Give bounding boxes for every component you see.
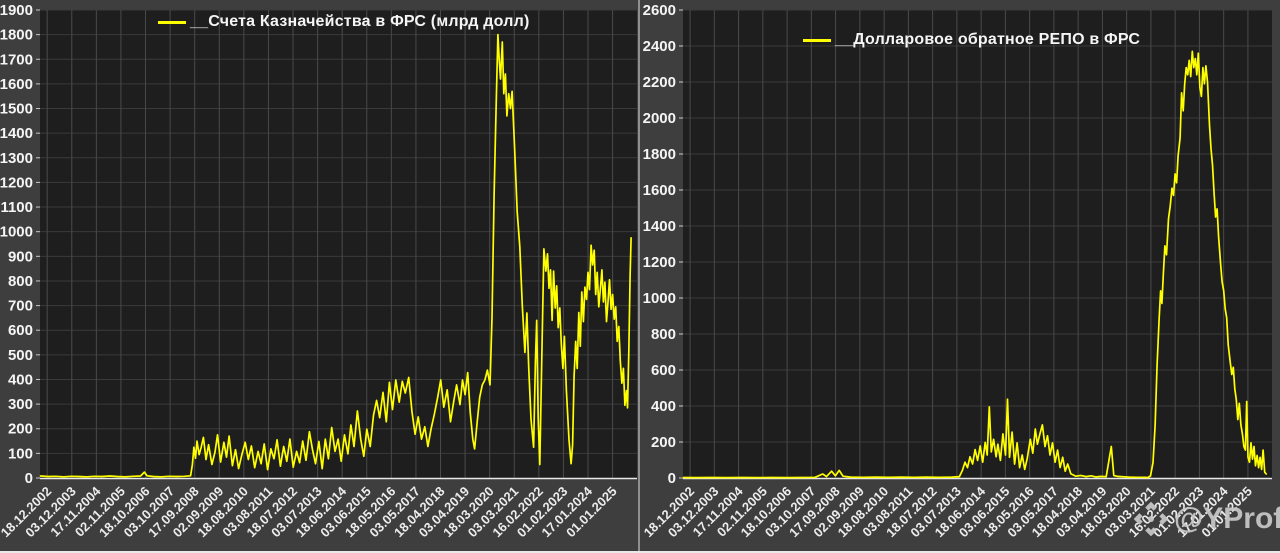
svg-text:300: 300 xyxy=(8,396,33,413)
svg-text:1400: 1400 xyxy=(643,218,676,235)
svg-text:600: 600 xyxy=(651,362,676,379)
y-axis-labels: 0 200 400 600 800 1000 1200 1400 1600 1800 2000 220… xyxy=(643,2,676,487)
svg-text:2200: 2200 xyxy=(643,74,676,91)
y-axis-labels: 0 100 200 300 400 500 600 700 800 900 1000 1100 1200… xyxy=(0,2,33,487)
svg-text:1600: 1600 xyxy=(0,76,33,93)
svg-text:1200: 1200 xyxy=(0,174,33,191)
x-axis-labels: 18.12.200203.12.200317.11.200402.11.2005… xyxy=(0,483,620,540)
watermark: @YProfit xyxy=(1134,502,1280,536)
svg-text:0: 0 xyxy=(668,470,676,487)
repo-chart-canvas: 0 200 400 600 800 1000 1200 1400 1600 1800 2000 220… xyxy=(641,2,1272,540)
svg-text:1800: 1800 xyxy=(0,27,33,44)
svg-text:2400: 2400 xyxy=(643,38,676,55)
plot-area xyxy=(40,10,637,478)
svg-text:1900: 1900 xyxy=(0,2,33,19)
legend-label: __Счета Казначейства в ФРС (млрд долл) xyxy=(190,13,530,30)
svg-text:200: 200 xyxy=(651,434,676,451)
svg-text:1000: 1000 xyxy=(643,290,676,307)
svg-text:1800: 1800 xyxy=(643,146,676,163)
svg-text:1600: 1600 xyxy=(643,182,676,199)
yprofit-logo-icon xyxy=(1134,502,1168,536)
svg-text:2600: 2600 xyxy=(643,2,676,19)
legend-line-marker xyxy=(158,20,186,24)
svg-text:400: 400 xyxy=(651,398,676,415)
svg-text:2000: 2000 xyxy=(643,110,676,127)
svg-text:1000: 1000 xyxy=(0,224,33,241)
svg-text:600: 600 xyxy=(8,322,33,339)
svg-text:500: 500 xyxy=(8,347,33,364)
y-axis-ticks xyxy=(679,9,683,479)
panel-divider xyxy=(638,0,640,553)
svg-text:1300: 1300 xyxy=(0,150,33,167)
legend-treasury: __Счета Казначейства в ФРС (млрд долл) xyxy=(158,13,530,31)
svg-text:1400: 1400 xyxy=(0,125,33,142)
svg-text:1700: 1700 xyxy=(0,51,33,68)
svg-text:0: 0 xyxy=(25,470,33,487)
chart-panel-repo: 0 200 400 600 800 1000 1200 1400 1600 1800 2000 220… xyxy=(641,0,1280,553)
svg-text:800: 800 xyxy=(651,326,676,343)
chart-panel-treasury: 0 100 200 300 400 500 600 700 800 900 1000 1100 1200… xyxy=(0,0,641,553)
plot-area xyxy=(683,10,1272,478)
treasury-chart-canvas: 0 100 200 300 400 500 600 700 800 900 1000 1100 1200… xyxy=(0,2,637,540)
svg-text:200: 200 xyxy=(8,421,33,438)
svg-text:1500: 1500 xyxy=(0,101,33,118)
legend-repo: __Долларовое обратное РЕПО в ФРС xyxy=(803,31,1140,49)
svg-text:400: 400 xyxy=(8,371,33,388)
svg-text:700: 700 xyxy=(8,298,33,315)
y-axis-ticks xyxy=(36,9,40,479)
svg-text:1100: 1100 xyxy=(0,199,33,216)
svg-text:100: 100 xyxy=(8,445,33,462)
svg-text:800: 800 xyxy=(8,273,33,290)
legend-label: __Долларовое обратное РЕПО в ФРС xyxy=(835,31,1141,48)
svg-text:1200: 1200 xyxy=(643,254,676,271)
watermark-text: @YProfit xyxy=(1174,502,1280,535)
legend-line-marker xyxy=(803,38,831,42)
svg-text:900: 900 xyxy=(8,248,33,265)
